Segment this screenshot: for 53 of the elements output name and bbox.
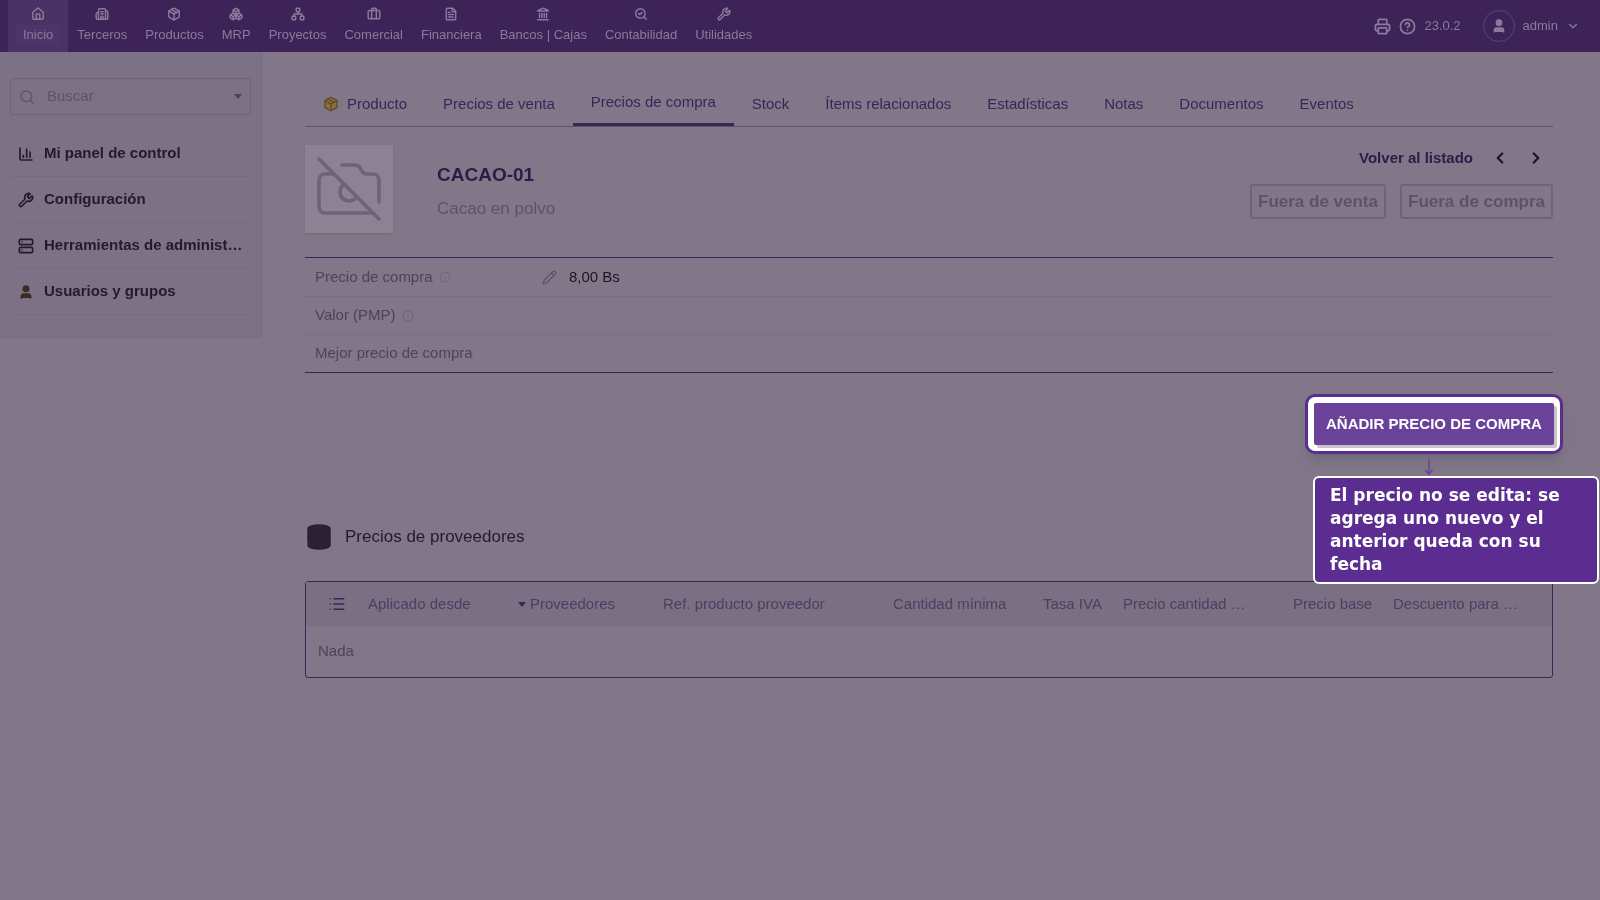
- top-menu-item[interactable]: Terceros: [68, 0, 137, 52]
- chart-icon: [18, 145, 34, 162]
- building-icon: [95, 7, 110, 22]
- tools-icon: [18, 191, 34, 208]
- version-label: 23.0.2: [1424, 17, 1461, 36]
- sidebar-item[interactable]: Mi panel de control: [10, 131, 251, 177]
- top-menu-item[interactable]: Proyectos: [259, 0, 336, 52]
- tab[interactable]: Stock: [733, 82, 808, 126]
- document-icon: [444, 7, 459, 22]
- help-icon[interactable]: [1399, 17, 1417, 35]
- sidebar-item[interactable]: Usuarios y grupos: [10, 269, 251, 315]
- magnifier-icon: [634, 7, 649, 22]
- briefcase-icon: [366, 7, 381, 22]
- top-menu-item[interactable]: Financiera: [412, 0, 491, 52]
- field-value: 8,00 Bs: [569, 266, 620, 287]
- no-photo-icon: [305, 145, 393, 233]
- caret-icon: [234, 94, 242, 99]
- top-menu-item[interactable]: Comercial: [335, 0, 412, 52]
- top-menu-item[interactable]: Utilidades: [686, 0, 762, 52]
- top-menu-item[interactable]: Productos: [136, 0, 213, 52]
- sidebar-item[interactable]: Herramientas de administ…: [10, 223, 251, 269]
- server-icon: [18, 237, 34, 254]
- tab[interactable]: Documentos: [1161, 82, 1282, 126]
- back-link[interactable]: Volver al listado: [1359, 147, 1473, 170]
- box-icon: [167, 7, 182, 22]
- top-menu-item[interactable]: Bancos | Cajas: [490, 0, 596, 52]
- list-icon[interactable]: [328, 595, 346, 613]
- boxes-icon: [229, 7, 244, 22]
- product-ref: CACAO-01: [437, 163, 536, 187]
- tab[interactable]: Eventos: [1281, 82, 1372, 126]
- sidebar-item[interactable]: Configuración: [10, 177, 251, 223]
- tab[interactable]: Notas: [1086, 82, 1162, 126]
- tab[interactable]: Estadísticas: [969, 82, 1087, 126]
- tab[interactable]: Precios de venta: [425, 82, 573, 126]
- add-purchase-price-button[interactable]: AÑADIR PRECIO DE COMPRA: [1314, 403, 1554, 445]
- top-menu-item[interactable]: MRP: [212, 0, 260, 52]
- tooltip: El precio no se edita: se agrega uno nuevo y el anterior queda con su fecha: [1313, 476, 1599, 584]
- print-icon[interactable]: [1374, 17, 1392, 35]
- bank-icon: [536, 7, 551, 22]
- tab[interactable]: Precios de compra: [572, 82, 734, 126]
- search-icon: [19, 88, 35, 105]
- top-menu-item[interactable]: Contabilidad: [595, 0, 687, 52]
- tab[interactable]: Producto: [305, 82, 426, 126]
- top-menu-item[interactable]: Inicio: [8, 0, 69, 52]
- section-title: Precios de proveedores: [345, 526, 525, 549]
- user-name[interactable]: admin: [1522, 16, 1558, 36]
- tools-icon: [716, 7, 731, 22]
- arrow-icon: [1424, 458, 1434, 476]
- home-icon: [31, 7, 46, 22]
- user-icon: [18, 283, 34, 300]
- network-icon: [290, 7, 305, 22]
- tab[interactable]: Ítems relacionados: [807, 82, 970, 126]
- box-icon: [323, 96, 339, 112]
